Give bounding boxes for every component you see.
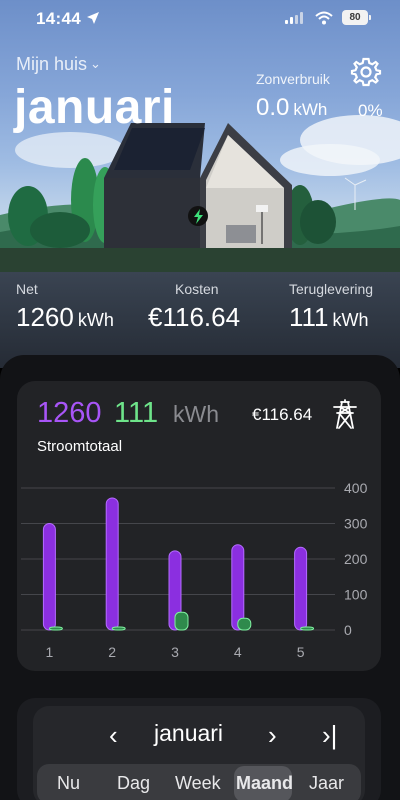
net-label: Net: [16, 281, 38, 297]
house-illustration: [0, 115, 400, 272]
return-label: Teruglevering: [289, 281, 374, 297]
segment-nu[interactable]: Nu: [57, 773, 80, 794]
costs-value: €116.64: [148, 302, 241, 332]
x-tick-label: 4: [234, 644, 242, 660]
x-tick-label: 5: [297, 644, 305, 660]
y-tick-label: 100: [344, 587, 368, 603]
battery-indicator: 80: [342, 10, 368, 25]
bar-net: [294, 546, 308, 631]
period-label: januari: [154, 720, 224, 746]
y-tick-label: 300: [344, 516, 368, 532]
battery-tip: [369, 15, 371, 20]
y-tick-label: 0: [344, 622, 352, 638]
net-value: 1260 kWh: [16, 302, 114, 333]
x-tick-label: 1: [46, 644, 54, 660]
net-unit: kWh: [77, 310, 114, 330]
net-number: 1260: [16, 302, 74, 332]
card-cost: €116.64: [252, 405, 313, 424]
return-unit: kWh: [332, 310, 369, 330]
card-return-total: 111: [114, 397, 159, 429]
segment-maand[interactable]: Maand: [236, 773, 293, 794]
bar-return: [300, 626, 315, 631]
bar-return: [48, 626, 63, 631]
hero-banner: 14:44 80 Mijn huis ⌄ januari Zonverbruik …: [0, 0, 400, 272]
return-number: 111: [289, 302, 329, 332]
segment-dag[interactable]: Dag: [117, 773, 150, 794]
self-consumption-unit: kWh: [293, 100, 328, 119]
gear-icon[interactable]: [350, 56, 382, 88]
return-value: 111 kWh: [289, 302, 369, 333]
segment-week[interactable]: Week: [175, 773, 221, 794]
card-unit: kWh: [173, 401, 219, 427]
home-selector-label: Mijn huis: [16, 54, 88, 74]
location-arrow-icon: [87, 12, 99, 24]
x-tick-label: 2: [108, 644, 116, 660]
skip-to-end-icon[interactable]: ›|: [322, 720, 337, 751]
bar-net: [231, 544, 245, 631]
home-selector[interactable]: Mijn huis ⌄: [16, 54, 101, 75]
status-bar: 14:44 80: [0, 0, 400, 40]
bar-return: [237, 617, 252, 631]
summary-band: Net 1260 kWh Kosten €116.64 Teruglevering…: [0, 272, 400, 368]
costs-label: Kosten: [175, 281, 219, 297]
y-tick-label: 200: [344, 551, 368, 567]
status-time: 14:44: [36, 9, 81, 28]
bar-return: [111, 626, 126, 631]
wifi-icon: [315, 11, 333, 25]
self-consumption-percent: 0%: [358, 101, 383, 120]
bar-return: [174, 611, 189, 631]
y-tick-label: 400: [344, 480, 368, 496]
x-tick-label: 3: [171, 644, 179, 660]
card-net-total: 1260: [37, 397, 102, 429]
bar-net: [42, 523, 56, 631]
self-consumption-value: 0.0 kWh: [256, 94, 327, 122]
power-pylon-icon[interactable]: [331, 398, 359, 430]
page-title: januari: [14, 81, 175, 134]
bar-net: [105, 497, 119, 631]
chevron-left-icon[interactable]: ‹: [109, 720, 118, 751]
self-consumption-number: 0.0: [256, 94, 290, 121]
chevron-right-icon[interactable]: ›: [268, 720, 277, 751]
chevron-down-icon: ⌄: [90, 56, 101, 71]
cellular-signal-icon: [285, 12, 303, 24]
card-subtitle: Stroomtotaal: [37, 438, 123, 455]
segment-jaar[interactable]: Jaar: [309, 773, 344, 794]
usage-bar-chart[interactable]: 0 100 200 300 400 1 2 3 4 5: [17, 470, 381, 670]
self-consumption-label: Zonverbruik: [256, 71, 330, 87]
